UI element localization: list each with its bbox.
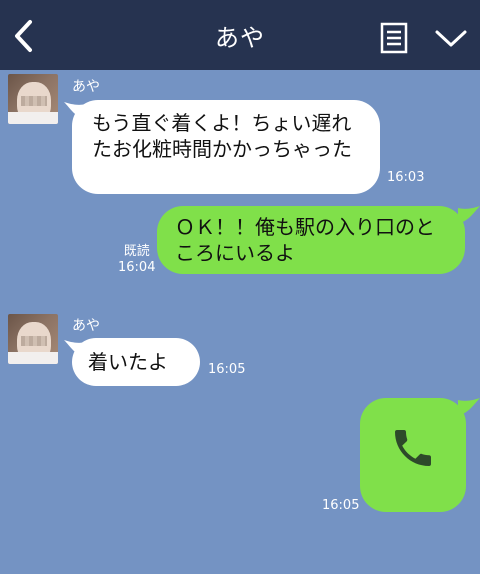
message-bubble-outgoing[interactable]: ＯＫ！！俺も駅の入り口のところにいるよ: [157, 206, 465, 274]
message-time: 16:03: [387, 170, 425, 185]
bubble-tail: [458, 398, 480, 416]
chat-header: あや: [0, 0, 480, 70]
notes-menu-icon[interactable]: [380, 22, 408, 54]
avatar[interactable]: [8, 74, 58, 124]
message-bubble-incoming[interactable]: もう直ぐ着くよ！ちょい遅れたお化粧時間かかっちゃった: [72, 100, 380, 194]
sender-name: あや: [72, 318, 100, 334]
avatar[interactable]: [8, 314, 58, 364]
message-time: 16:05: [208, 362, 246, 377]
call-bubble[interactable]: [360, 398, 466, 512]
message-text: ＯＫ！！俺も駅の入り口のところにいるよ: [175, 215, 435, 265]
bubble-tail: [458, 206, 480, 224]
chat-title: あや: [215, 24, 265, 52]
phone-icon: [395, 430, 431, 466]
message-text: もう直ぐ着くよ！ちょい遅れたお化粧時間かかっちゃった: [92, 111, 352, 161]
sender-name: あや: [72, 79, 100, 95]
chevron-down-icon[interactable]: [434, 26, 468, 50]
message-time: 16:04: [118, 260, 156, 275]
read-status: 既読 16:04: [118, 244, 155, 276]
message-text: 着いたよ: [88, 350, 168, 374]
read-label: 既読: [123, 244, 150, 259]
message-bubble-incoming[interactable]: 着いたよ: [72, 338, 200, 386]
message-time: 16:05: [322, 498, 360, 513]
